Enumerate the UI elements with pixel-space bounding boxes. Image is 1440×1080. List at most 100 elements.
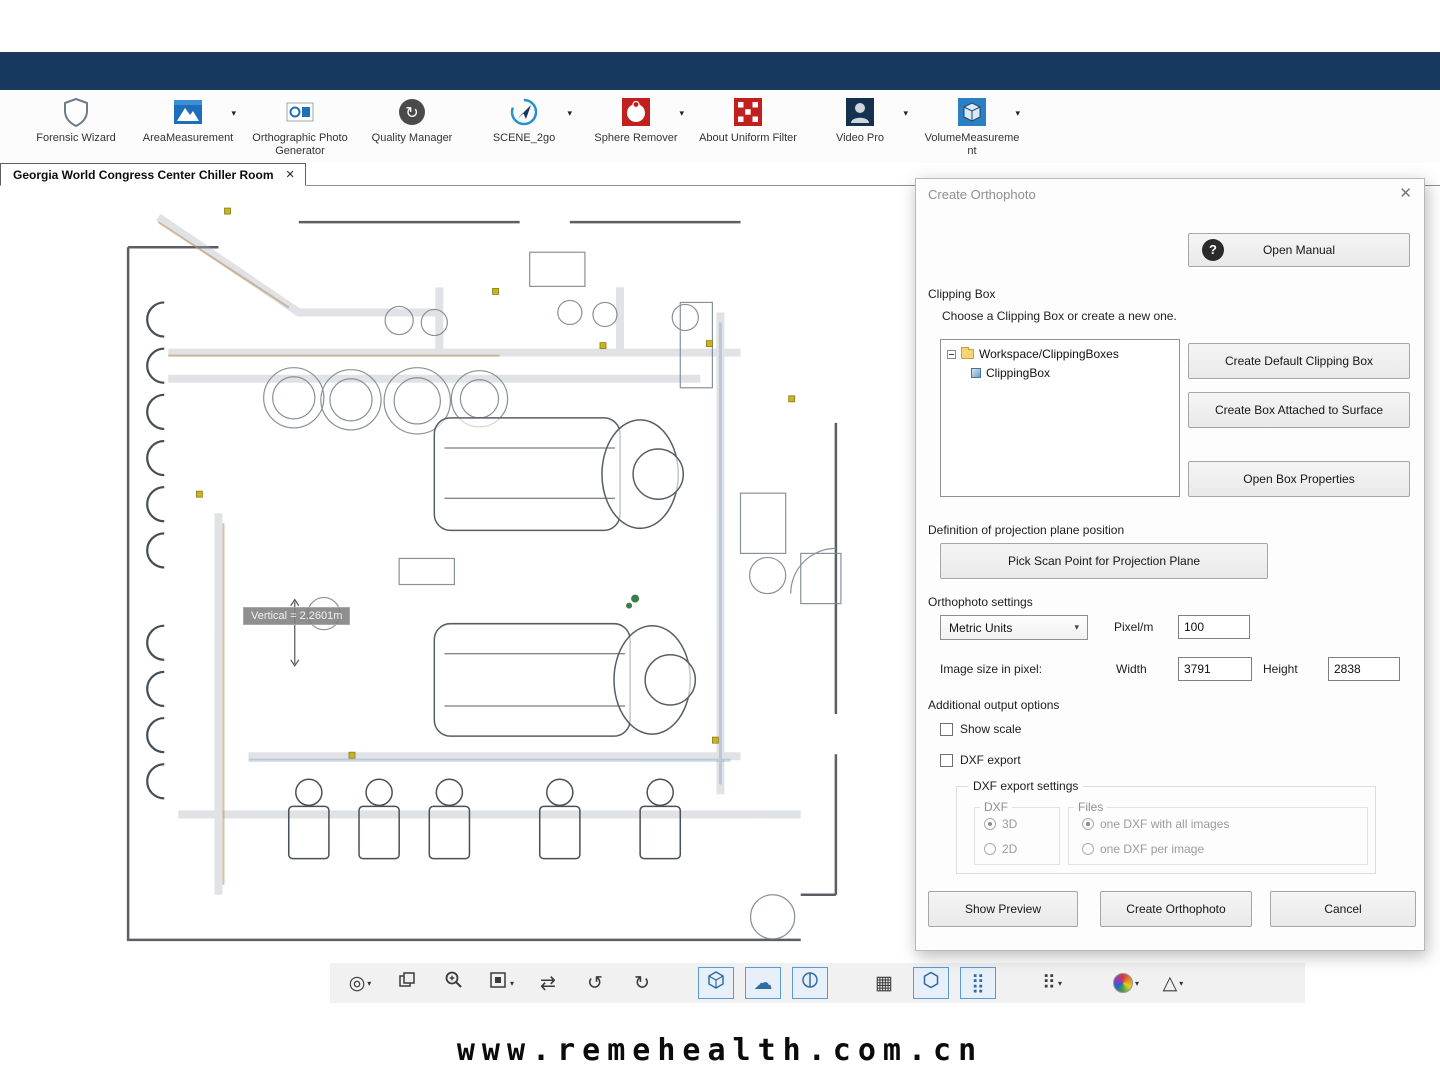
toolbar-label: Sphere Remover — [594, 132, 677, 145]
grid-points-icon: ⣿ — [971, 972, 985, 995]
toolbar-orthographic-photo-generator[interactable]: Orthographic Photo Generator — [244, 95, 356, 158]
toolbar-label: Video Pro — [836, 132, 884, 145]
radio-2d-label: 2D — [1002, 842, 1017, 856]
rotate-ccw-button[interactable]: ↺ — [577, 967, 613, 999]
dxf-export-label: DXF export — [960, 753, 1021, 767]
rotate-cw-icon: ↻ — [634, 972, 650, 995]
dropdown-arrow-icon[interactable]: ▾ — [567, 108, 572, 119]
checkbox-unchecked-icon[interactable] — [940, 754, 953, 767]
dropdown-arrow-icon[interactable]: ▾ — [1135, 979, 1139, 988]
open-box-properties-button[interactable]: Open Box Properties — [1188, 461, 1410, 497]
create-default-clipping-box-button[interactable]: Create Default Clipping Box — [1188, 343, 1410, 379]
radio-selected-icon[interactable] — [984, 818, 996, 830]
split-view-button[interactable] — [792, 967, 828, 999]
radio-selected-icon[interactable] — [1082, 818, 1094, 830]
show-preview-button[interactable]: Show Preview — [928, 891, 1078, 927]
grid-points-button[interactable]: ⣿ — [960, 967, 996, 999]
pick-scan-point-button[interactable]: Pick Scan Point for Projection Plane — [940, 543, 1268, 579]
cancel-button[interactable]: Cancel — [1270, 891, 1416, 927]
dropdown-arrow-icon[interactable]: ▾ — [510, 979, 514, 988]
checkbox-unchecked-icon[interactable] — [940, 723, 953, 736]
toolbar-label: Forensic Wizard — [36, 132, 115, 145]
grid-cells-button[interactable]: ▦ — [866, 967, 902, 999]
view-3d-button[interactable] — [698, 967, 734, 999]
application-window: Forensic Wizard ▾ AreaMeasurement Orthog… — [0, 0, 1440, 1080]
close-icon[interactable]: ✕ — [1399, 184, 1412, 202]
units-selected-value: Metric Units — [949, 621, 1012, 635]
collapse-icon[interactable] — [947, 350, 956, 359]
pixel-per-m-input[interactable] — [1178, 615, 1250, 639]
toolbar-video-pro[interactable]: ▾ Video Pro — [804, 95, 916, 145]
zoom-button[interactable] — [436, 967, 472, 999]
orbit-mode-button[interactable]: ◎ ▾ — [342, 967, 378, 999]
dropdown-arrow-icon[interactable]: ▾ — [1058, 979, 1062, 988]
dropdown-arrow-icon[interactable]: ▾ — [231, 108, 236, 119]
units-select[interactable]: Metric Units ▾ — [940, 615, 1088, 640]
point-cloud-viewport[interactable] — [98, 192, 866, 960]
height-input[interactable] — [1328, 657, 1400, 681]
create-box-attached-button[interactable]: Create Box Attached to Surface — [1188, 392, 1410, 428]
refresh-views-button[interactable]: ⇄ — [530, 967, 566, 999]
dropdown-arrow-icon[interactable]: ▾ — [679, 108, 684, 119]
main-toolbar: Forensic Wizard ▾ AreaMeasurement Orthog… — [0, 90, 1440, 163]
tree-item-workspace[interactable]: Workspace/ClippingBoxes — [947, 347, 1173, 361]
show-scale-checkbox-row[interactable]: Show scale — [940, 722, 1021, 736]
dialog-title: Create Orthophoto — [928, 187, 1036, 202]
create-orthophoto-dialog: Create Orthophoto ✕ ? Open Manual Clippi… — [915, 178, 1425, 951]
sphere-remover-icon — [619, 95, 653, 129]
dots-small-button[interactable]: ⠿ ▾ — [1034, 967, 1070, 999]
clipping-box-tree[interactable]: Workspace/ClippingBoxes ClippingBox — [940, 339, 1180, 497]
color-wheel-button[interactable]: ▾ — [1108, 967, 1144, 999]
dropdown-arrow-icon[interactable]: ▾ — [903, 108, 908, 119]
toolbar-about-uniform-filter[interactable]: About Uniform Filter — [692, 95, 804, 145]
radio-unselected-icon[interactable] — [984, 843, 996, 855]
radio-per-image-row[interactable]: one DXF per image — [1082, 842, 1204, 856]
radio-2d-row[interactable]: 2D — [984, 842, 1017, 856]
pixel-per-m-label: Pixel/m — [1114, 620, 1153, 634]
pan-view-button[interactable] — [389, 967, 425, 999]
toolbar-sphere-remover[interactable]: ▾ Sphere Remover — [580, 95, 692, 145]
radio-unselected-icon[interactable] — [1082, 843, 1094, 855]
toolbar-area-measurement[interactable]: ▾ AreaMeasurement — [132, 95, 244, 145]
tree-item-clippingbox[interactable]: ClippingBox — [971, 366, 1173, 380]
files-subgroup — [1068, 807, 1368, 865]
toolbar-scene-2go[interactable]: ▾ SCENE_2go — [468, 95, 580, 145]
uniform-filter-icon — [731, 95, 765, 129]
width-input[interactable] — [1178, 657, 1252, 681]
point-cloud-button[interactable]: ☁ — [745, 967, 781, 999]
split-view-icon — [800, 970, 820, 996]
dxf-sublabel: DXF — [980, 800, 1012, 814]
dropdown-arrow-icon[interactable]: ▾ — [1179, 979, 1183, 988]
toolbar-volume-measurement[interactable]: ▾ VolumeMeasurement — [916, 95, 1028, 158]
toolbar-label: AreaMeasurement — [143, 132, 234, 145]
show-scale-label: Show scale — [960, 722, 1021, 736]
prism-button[interactable]: △ ▾ — [1155, 967, 1191, 999]
tab-label: Georgia World Congress Center Chiller Ro… — [13, 168, 273, 182]
quality-manager-icon: ↻ — [395, 95, 429, 129]
dropdown-arrow-icon[interactable]: ▾ — [1015, 108, 1020, 119]
create-orthophoto-button[interactable]: Create Orthophoto — [1100, 891, 1252, 927]
view-toolbar: ◎ ▾ ▾ ⇄ ↺ ↻ — [330, 963, 1305, 1003]
projection-plane-heading: Definition of projection plane position — [928, 523, 1124, 537]
open-manual-button[interactable]: ? Open Manual — [1188, 233, 1410, 267]
toolbar-quality-manager[interactable]: ↻ Quality Manager — [356, 95, 468, 145]
orthographic-photo-icon — [283, 95, 317, 129]
tab-chiller-room[interactable]: Georgia World Congress Center Chiller Ro… — [0, 163, 306, 186]
rotate-cw-button[interactable]: ↻ — [624, 967, 660, 999]
refresh-views-icon: ⇄ — [540, 972, 556, 995]
dxf-export-checkbox-row[interactable]: DXF export — [940, 753, 1021, 767]
toolbar-forensic-wizard[interactable]: Forensic Wizard — [20, 95, 132, 145]
tree-item-label: ClippingBox — [986, 366, 1050, 380]
title-bar — [0, 52, 1440, 90]
radio-3d-row[interactable]: 3D — [984, 817, 1017, 831]
radio-per-image-label: one DXF per image — [1100, 842, 1204, 856]
shield-icon — [59, 95, 93, 129]
svg-text:↻: ↻ — [405, 105, 418, 122]
radio-all-images-row[interactable]: one DXF with all images — [1082, 817, 1229, 831]
question-mark-icon: ? — [1202, 239, 1224, 261]
dropdown-arrow-icon[interactable]: ▾ — [367, 979, 371, 988]
hex-view-button[interactable] — [913, 967, 949, 999]
view-presets-button[interactable]: ▾ — [483, 967, 519, 999]
view-3d-icon — [706, 970, 726, 996]
close-icon[interactable]: ✕ — [285, 168, 294, 181]
